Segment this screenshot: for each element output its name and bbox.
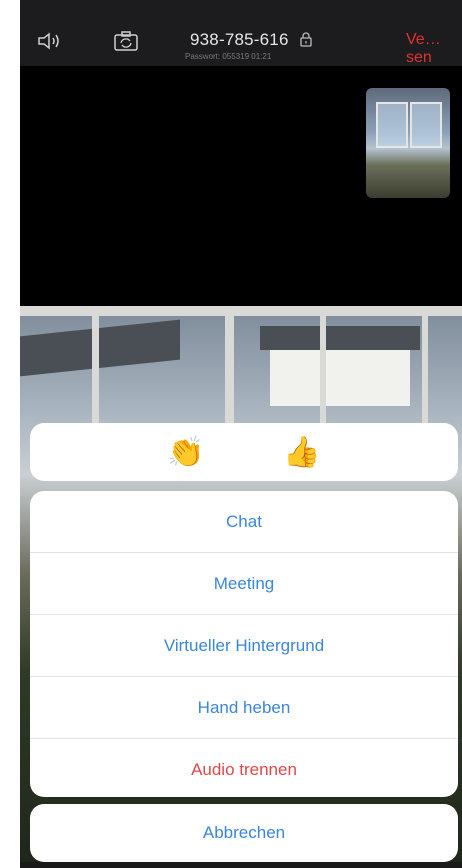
menu-item-chat[interactable]: Chat <box>30 491 458 553</box>
self-view-thumbnail[interactable] <box>366 88 450 198</box>
menu-item-raise-hand[interactable]: Hand heben <box>30 677 458 739</box>
meeting-id[interactable]: 938-785-616 <box>190 30 312 52</box>
password-and-timer: Passwort: 055319 01:21 <box>185 52 272 61</box>
bottom-toolbar-peek <box>20 862 462 868</box>
menu-item-meeting[interactable]: Meeting <box>30 553 458 615</box>
leave-button[interactable]: Ve…sen <box>406 31 462 67</box>
meeting-id-text: 938-785-616 <box>190 30 289 49</box>
switch-camera-icon[interactable] <box>111 28 141 54</box>
reactions-bar: 👏 👍 <box>30 423 458 481</box>
speaker-icon[interactable] <box>34 28 64 54</box>
action-menu: Chat Meeting Virtueller Hintergrund Hand… <box>30 491 458 797</box>
clapping-hands-icon[interactable]: 👏 <box>167 434 205 470</box>
menu-item-virtual-background[interactable]: Virtueller Hintergrund <box>30 615 458 677</box>
meeting-top-bar: 938-785-616 Passwort: 055319 01:21 Ve…se… <box>20 0 462 66</box>
thumbs-up-icon[interactable]: 👍 <box>283 434 321 470</box>
thumbs-up-emoji: 👍 <box>283 435 321 469</box>
cancel-button[interactable]: Abbrechen <box>30 804 458 862</box>
menu-item-disconnect-audio[interactable]: Audio trennen <box>30 739 458 797</box>
lock-icon <box>299 32 312 52</box>
clapping-hands-emoji: 👏 <box>167 435 205 469</box>
